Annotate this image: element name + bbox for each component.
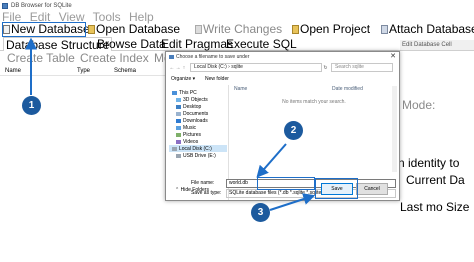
nav-videos[interactable]: Videos bbox=[176, 138, 198, 145]
downloads-icon bbox=[176, 118, 181, 123]
create-table-button[interactable]: Create Table bbox=[7, 52, 75, 65]
tab-browse-data[interactable]: Browse Data bbox=[95, 37, 168, 51]
hide-folders-toggle[interactable]: ⌃ Hide Folders bbox=[175, 186, 209, 194]
nav-label: Local Disk (C:) bbox=[179, 145, 212, 152]
new-folder-button[interactable]: New folder bbox=[205, 75, 229, 84]
empty-message: No items match your search. bbox=[282, 99, 346, 105]
nav-this-pc[interactable]: This PC bbox=[172, 89, 197, 96]
path-field[interactable]: Local Disk (C:) › sqlite bbox=[190, 63, 322, 72]
open-database-button[interactable]: Open Database bbox=[88, 23, 180, 36]
nav-label: Music bbox=[183, 124, 197, 131]
organize-button[interactable]: Organize ▾ bbox=[171, 75, 195, 84]
step-1-badge: 1 bbox=[22, 96, 41, 115]
documents-icon bbox=[176, 111, 181, 116]
nav-music[interactable]: Music bbox=[176, 124, 196, 131]
open-database-label: Open Database bbox=[96, 22, 181, 36]
nav-desktop[interactable]: Desktop bbox=[176, 103, 201, 110]
nav-label: Desktop bbox=[183, 103, 202, 110]
refresh-icon[interactable]: ↻ bbox=[322, 65, 329, 71]
write-changes-label: Write Changes bbox=[203, 22, 283, 36]
up-icon[interactable]: ↑ bbox=[181, 65, 187, 71]
address-bar: ← → ↑ Local Disk (C:) › sqlite ↻ Search … bbox=[169, 63, 396, 72]
attach-database-button[interactable]: Attach Database bbox=[381, 23, 474, 36]
header-date-modified[interactable]: Date modified bbox=[332, 86, 363, 93]
nav-usb-drive[interactable]: USB Drive (E:) bbox=[176, 152, 216, 159]
usb-drive-icon bbox=[176, 153, 181, 158]
dialog-title-bar: Choose a filename to save under ✕ bbox=[166, 52, 399, 62]
write-changes-icon bbox=[195, 25, 202, 34]
edit-cell-header: Edit Database Cell bbox=[400, 40, 474, 50]
dialog-title: Choose a filename to save under bbox=[176, 54, 250, 60]
music-icon bbox=[176, 125, 181, 130]
identity-text: n identity to bbox=[398, 156, 460, 170]
computer-icon bbox=[172, 90, 177, 95]
nav-downloads[interactable]: Downloads bbox=[176, 117, 208, 124]
open-database-icon bbox=[88, 25, 95, 34]
open-project-icon bbox=[292, 25, 299, 34]
cancel-button[interactable]: Cancel bbox=[356, 183, 388, 195]
current-data-label: Current Da bbox=[406, 173, 465, 187]
write-changes-button[interactable]: Write Changes bbox=[195, 23, 282, 36]
structure-toolbar: Create Table Create Index Mo bbox=[0, 52, 180, 65]
cube-icon bbox=[176, 97, 181, 102]
highlight-file-name bbox=[257, 177, 315, 190]
nav-label: USB Drive (E:) bbox=[183, 152, 216, 159]
nav-label: Videos bbox=[183, 138, 199, 145]
file-list-scrollbar[interactable] bbox=[392, 86, 397, 172]
highlight-new-database bbox=[2, 22, 86, 37]
desktop-icon bbox=[176, 104, 181, 109]
tab-execute-sql[interactable]: Execute SQL bbox=[224, 37, 299, 51]
videos-icon bbox=[176, 139, 181, 144]
drive-icon bbox=[172, 146, 177, 151]
pictures-icon bbox=[176, 132, 181, 137]
attach-database-icon bbox=[381, 25, 388, 34]
nav-label: Pictures bbox=[183, 131, 202, 138]
nav-label: Documents bbox=[183, 110, 209, 117]
app-icon bbox=[2, 3, 8, 9]
step-2-badge: 2 bbox=[284, 121, 303, 140]
open-project-label: Open Project bbox=[300, 22, 371, 36]
attach-database-label: Attach Database bbox=[389, 22, 474, 36]
mode-label: Mode: bbox=[402, 98, 436, 112]
nav-label: 3D Objects bbox=[183, 96, 208, 103]
close-icon[interactable]: ✕ bbox=[390, 52, 396, 62]
search-input[interactable]: Search sqlite bbox=[331, 63, 393, 72]
open-project-button[interactable]: Open Project bbox=[292, 23, 370, 36]
nav-3d-objects[interactable]: 3D Objects bbox=[176, 96, 208, 103]
column-schema: Schema bbox=[114, 68, 137, 74]
structure-column-header: Name Type Schema bbox=[0, 66, 165, 76]
create-index-button[interactable]: Create Index bbox=[80, 52, 149, 65]
nav-local-disk[interactable]: Local Disk (C:) bbox=[169, 145, 227, 152]
step-3-badge: 3 bbox=[251, 203, 270, 222]
highlight-save-button bbox=[315, 178, 358, 199]
file-list-header: Name Date modified bbox=[232, 86, 396, 93]
last-modified-label: Last mo Size bbox=[400, 200, 470, 214]
nav-label: This PC bbox=[179, 89, 197, 96]
column-type: Type bbox=[77, 68, 91, 74]
nav-pictures[interactable]: Pictures bbox=[176, 131, 201, 138]
header-name[interactable]: Name bbox=[234, 86, 247, 93]
dialog-command-bar: Organize ▾ New folder bbox=[169, 75, 396, 84]
nav-label: Downloads bbox=[183, 117, 208, 124]
hide-folders-label: Hide Folders bbox=[180, 187, 209, 193]
column-name: Name bbox=[5, 68, 22, 74]
dialog-app-icon bbox=[169, 55, 174, 59]
nav-documents[interactable]: Documents bbox=[176, 110, 208, 117]
